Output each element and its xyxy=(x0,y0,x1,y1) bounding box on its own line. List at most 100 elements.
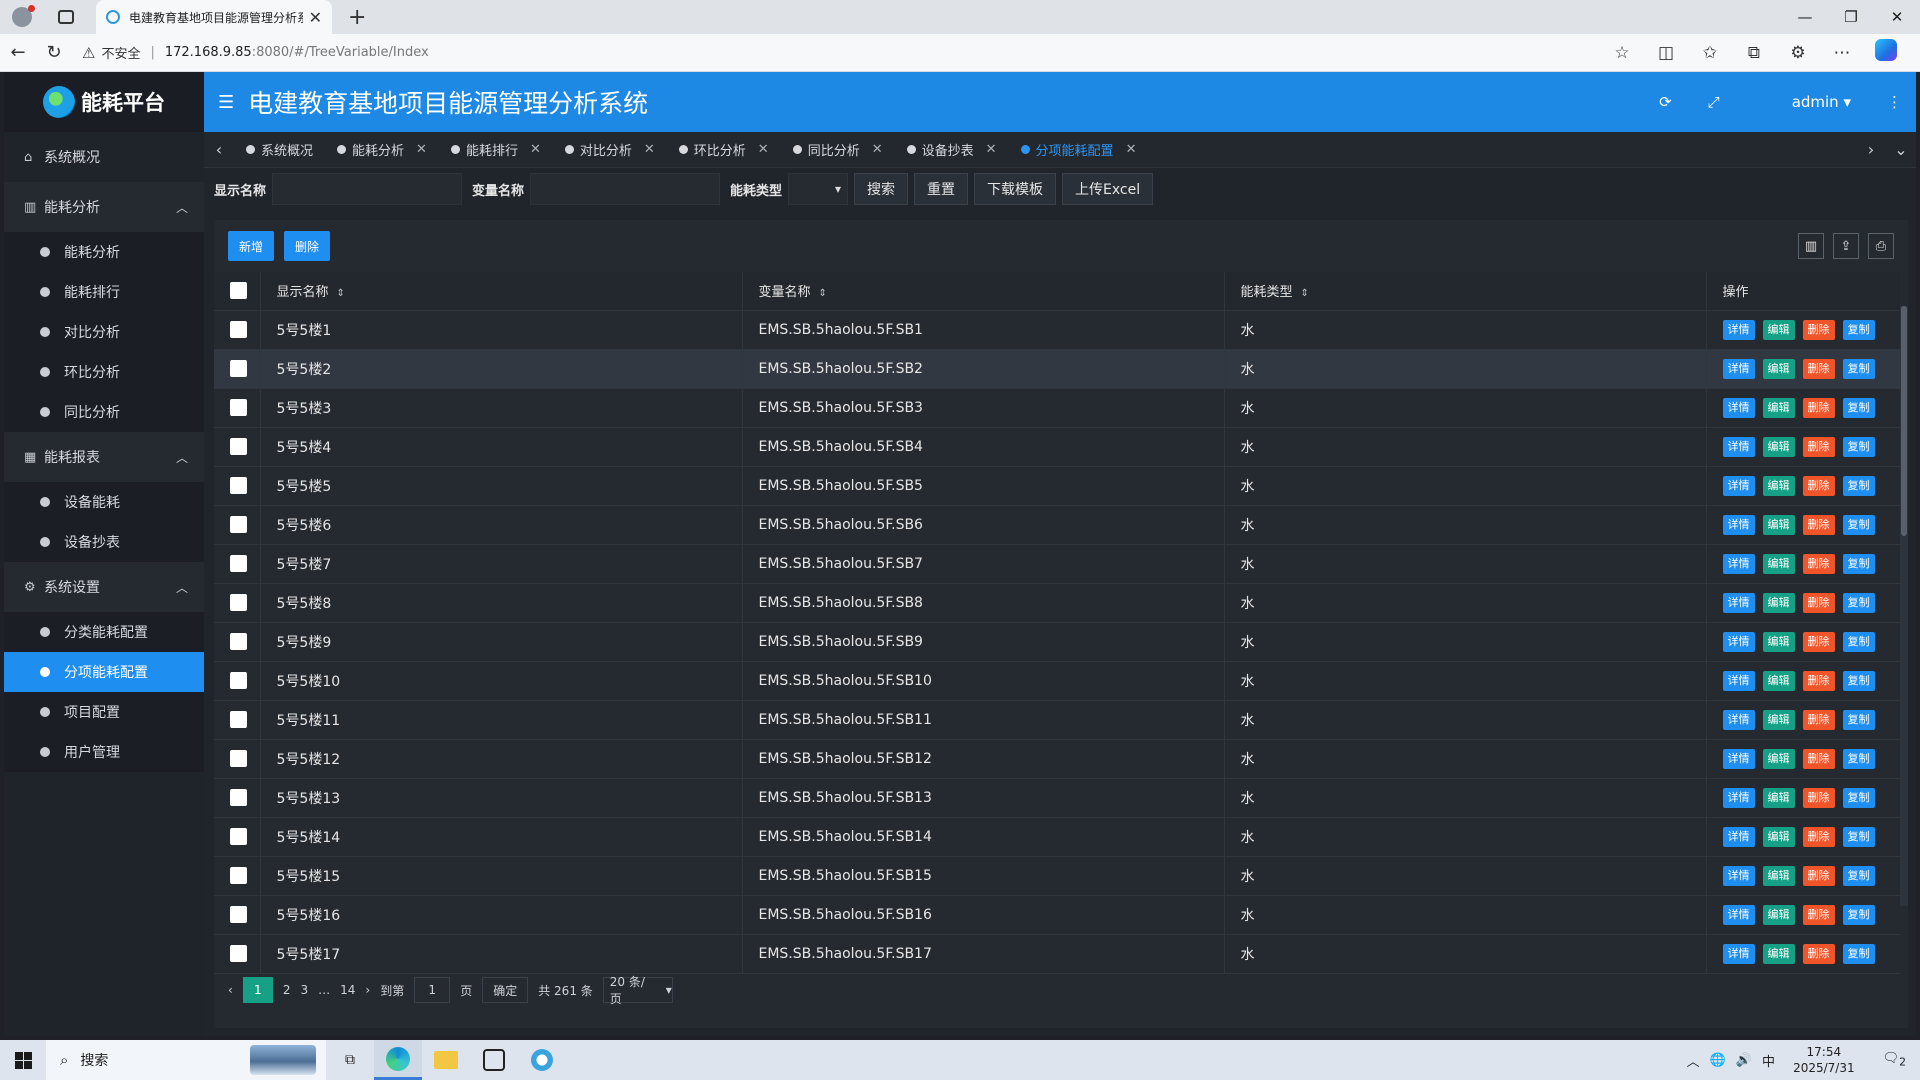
delete-button[interactable]: 删除 xyxy=(1802,436,1835,457)
copy-button[interactable]: 复制 xyxy=(1842,358,1875,379)
table-row[interactable]: 5号5楼16 EMS.SB.5haolou.5F.SB16 水详情 编辑 删除 复制 xyxy=(214,895,1900,935)
sidebar-item-meter-reading[interactable]: 设备抄表 xyxy=(4,522,204,562)
edit-button[interactable]: 编辑 xyxy=(1762,397,1795,418)
more-icon[interactable]: ⋯ xyxy=(1820,43,1864,63)
row-checkbox[interactable] xyxy=(230,789,247,806)
delete-button[interactable]: 删除 xyxy=(1802,358,1835,379)
header-display-name[interactable]: 显示名称 ⇕ xyxy=(259,272,742,311)
edit-button[interactable]: 编辑 xyxy=(1762,748,1795,769)
refresh-icon[interactable]: ↻ xyxy=(36,42,72,63)
columns-icon[interactable]: ▥ xyxy=(1798,233,1824,259)
row-checkbox[interactable] xyxy=(230,750,247,767)
row-checkbox[interactable] xyxy=(230,594,247,611)
copy-button[interactable]: 复制 xyxy=(1842,943,1875,964)
detail-button[interactable]: 详情 xyxy=(1722,475,1755,496)
delete-button[interactable]: 删除 xyxy=(1802,514,1835,535)
tag-energy-analysis[interactable]: 能耗分析 ✕ xyxy=(325,132,439,168)
row-checkbox[interactable] xyxy=(230,711,247,728)
delete-button[interactable]: 删除 xyxy=(1802,397,1835,418)
chevron-right-icon[interactable]: › xyxy=(1856,140,1886,159)
copy-button[interactable]: 复制 xyxy=(1842,670,1875,691)
menu-overview[interactable]: ⌂ 系统概况 xyxy=(4,132,204,182)
page-14[interactable]: 14 xyxy=(340,983,355,997)
detail-button[interactable]: 详情 xyxy=(1722,358,1755,379)
favorite-star-icon[interactable]: ☆ xyxy=(1600,43,1644,63)
download-template-button[interactable]: 下载模板 xyxy=(974,173,1057,205)
copy-button[interactable]: 复制 xyxy=(1842,709,1875,730)
sidebar-item-comparison[interactable]: 对比分析 xyxy=(4,312,204,352)
edit-button[interactable]: 编辑 xyxy=(1762,826,1795,847)
detail-button[interactable]: 详情 xyxy=(1722,397,1755,418)
delete-button[interactable]: 删除 xyxy=(1802,709,1835,730)
close-icon[interactable]: ✕ xyxy=(986,142,997,157)
header-energy-type[interactable]: 能耗类型 ⇕ xyxy=(1223,272,1706,311)
upload-excel-button[interactable]: 上传Excel xyxy=(1062,173,1154,205)
copy-button[interactable]: 复制 xyxy=(1842,553,1875,574)
detail-button[interactable]: 详情 xyxy=(1722,904,1755,925)
tab-actions-icon[interactable] xyxy=(58,10,74,24)
row-checkbox[interactable] xyxy=(230,672,247,689)
detail-button[interactable]: 详情 xyxy=(1722,670,1755,691)
delete-button[interactable]: 删除 xyxy=(1802,592,1835,613)
sort-icon[interactable]: ⇕ xyxy=(337,288,345,299)
detail-button[interactable]: 详情 xyxy=(1722,592,1755,613)
copy-button[interactable]: 复制 xyxy=(1842,475,1875,496)
display-name-input[interactable] xyxy=(272,173,463,205)
close-icon[interactable]: ✕ xyxy=(872,142,883,157)
new-tab-button[interactable]: + xyxy=(348,5,366,30)
table-row[interactable]: 5号5楼17 EMS.SB.5haolou.5F.SB17 水详情 编辑 删除 复制 xyxy=(214,934,1900,974)
sidebar-item-subitem-config[interactable]: 分项能耗配置 xyxy=(4,652,204,692)
ime-indicator[interactable]: 中 xyxy=(1762,1051,1775,1070)
energy-type-select[interactable]: ▾ xyxy=(788,173,849,205)
prev-page-icon[interactable]: ‹ xyxy=(228,983,233,997)
copy-button[interactable]: 复制 xyxy=(1842,865,1875,886)
volume-icon[interactable]: 🔊 xyxy=(1736,1053,1752,1068)
app-clover-icon[interactable] xyxy=(518,1040,566,1080)
select-all-checkbox[interactable] xyxy=(230,282,247,300)
close-icon[interactable]: ✕ xyxy=(644,142,655,157)
copy-button[interactable]: 复制 xyxy=(1842,748,1875,769)
close-tab-icon[interactable]: ✕ xyxy=(309,8,322,27)
table-row[interactable]: 5号5楼15 EMS.SB.5haolou.5F.SB15 水详情 编辑 删除 复制 xyxy=(214,856,1900,896)
detail-button[interactable]: 详情 xyxy=(1722,748,1755,769)
task-view-icon[interactable]: ⧉ xyxy=(326,1040,374,1080)
menu-toggle-icon[interactable]: ☰ xyxy=(218,92,234,113)
edit-button[interactable]: 编辑 xyxy=(1762,514,1795,535)
fullscreen-icon[interactable]: ⤢ xyxy=(1708,93,1720,111)
print-icon[interactable]: ⎙ xyxy=(1868,233,1894,259)
table-row[interactable]: 5号5楼1 EMS.SB.5haolou.5F.SB1 水详情 编辑 删除 复制 xyxy=(214,310,1900,350)
menu-group-settings[interactable]: ⚙ 系统设置 ︿ xyxy=(4,562,204,612)
address-field[interactable]: ⚠ 不安全 | 172.168.9.85 :8080/#/TreeVariabl… xyxy=(82,43,1600,63)
copy-button[interactable]: 复制 xyxy=(1842,787,1875,808)
table-row[interactable]: 5号5楼11 EMS.SB.5haolou.5F.SB11 水详情 编辑 删除 复制 xyxy=(214,700,1900,740)
back-icon[interactable]: ← xyxy=(0,42,36,63)
file-explorer-icon[interactable] xyxy=(422,1040,470,1080)
edit-button[interactable]: 编辑 xyxy=(1762,787,1795,808)
close-icon[interactable]: ✕ xyxy=(1126,142,1137,157)
extensions-icon[interactable]: ⚙ xyxy=(1776,43,1820,63)
row-checkbox[interactable] xyxy=(230,828,247,845)
delete-button[interactable]: 删除 xyxy=(1802,475,1835,496)
row-checkbox[interactable] xyxy=(230,945,247,962)
edit-button[interactable]: 编辑 xyxy=(1762,904,1795,925)
add-button[interactable]: 新增 xyxy=(228,231,275,261)
sort-icon[interactable]: ⇕ xyxy=(819,288,827,299)
edit-button[interactable]: 编辑 xyxy=(1762,358,1795,379)
goto-confirm-button[interactable]: 确定 xyxy=(482,977,529,1003)
batch-delete-button[interactable]: 删除 xyxy=(284,231,331,261)
user-menu[interactable]: admin ▾ xyxy=(1756,93,1851,111)
detail-button[interactable]: 详情 xyxy=(1722,826,1755,847)
detail-button[interactable]: 详情 xyxy=(1722,709,1755,730)
next-page-icon[interactable]: › xyxy=(365,983,370,997)
row-checkbox[interactable] xyxy=(230,360,247,377)
network-icon[interactable]: 🌐 xyxy=(1710,1053,1726,1068)
favorites-icon[interactable]: ✩ xyxy=(1688,43,1732,63)
tag-meter-reading[interactable]: 设备抄表 ✕ xyxy=(895,132,1009,168)
app-pinned-icon[interactable] xyxy=(470,1040,518,1080)
copy-button[interactable]: 复制 xyxy=(1842,904,1875,925)
variable-name-input[interactable] xyxy=(530,173,721,205)
detail-button[interactable]: 详情 xyxy=(1722,436,1755,457)
row-checkbox[interactable] xyxy=(230,867,247,884)
table-row[interactable]: 5号5楼5 EMS.SB.5haolou.5F.SB5 水详情 编辑 删除 复制 xyxy=(214,466,1900,506)
row-checkbox[interactable] xyxy=(230,321,247,338)
